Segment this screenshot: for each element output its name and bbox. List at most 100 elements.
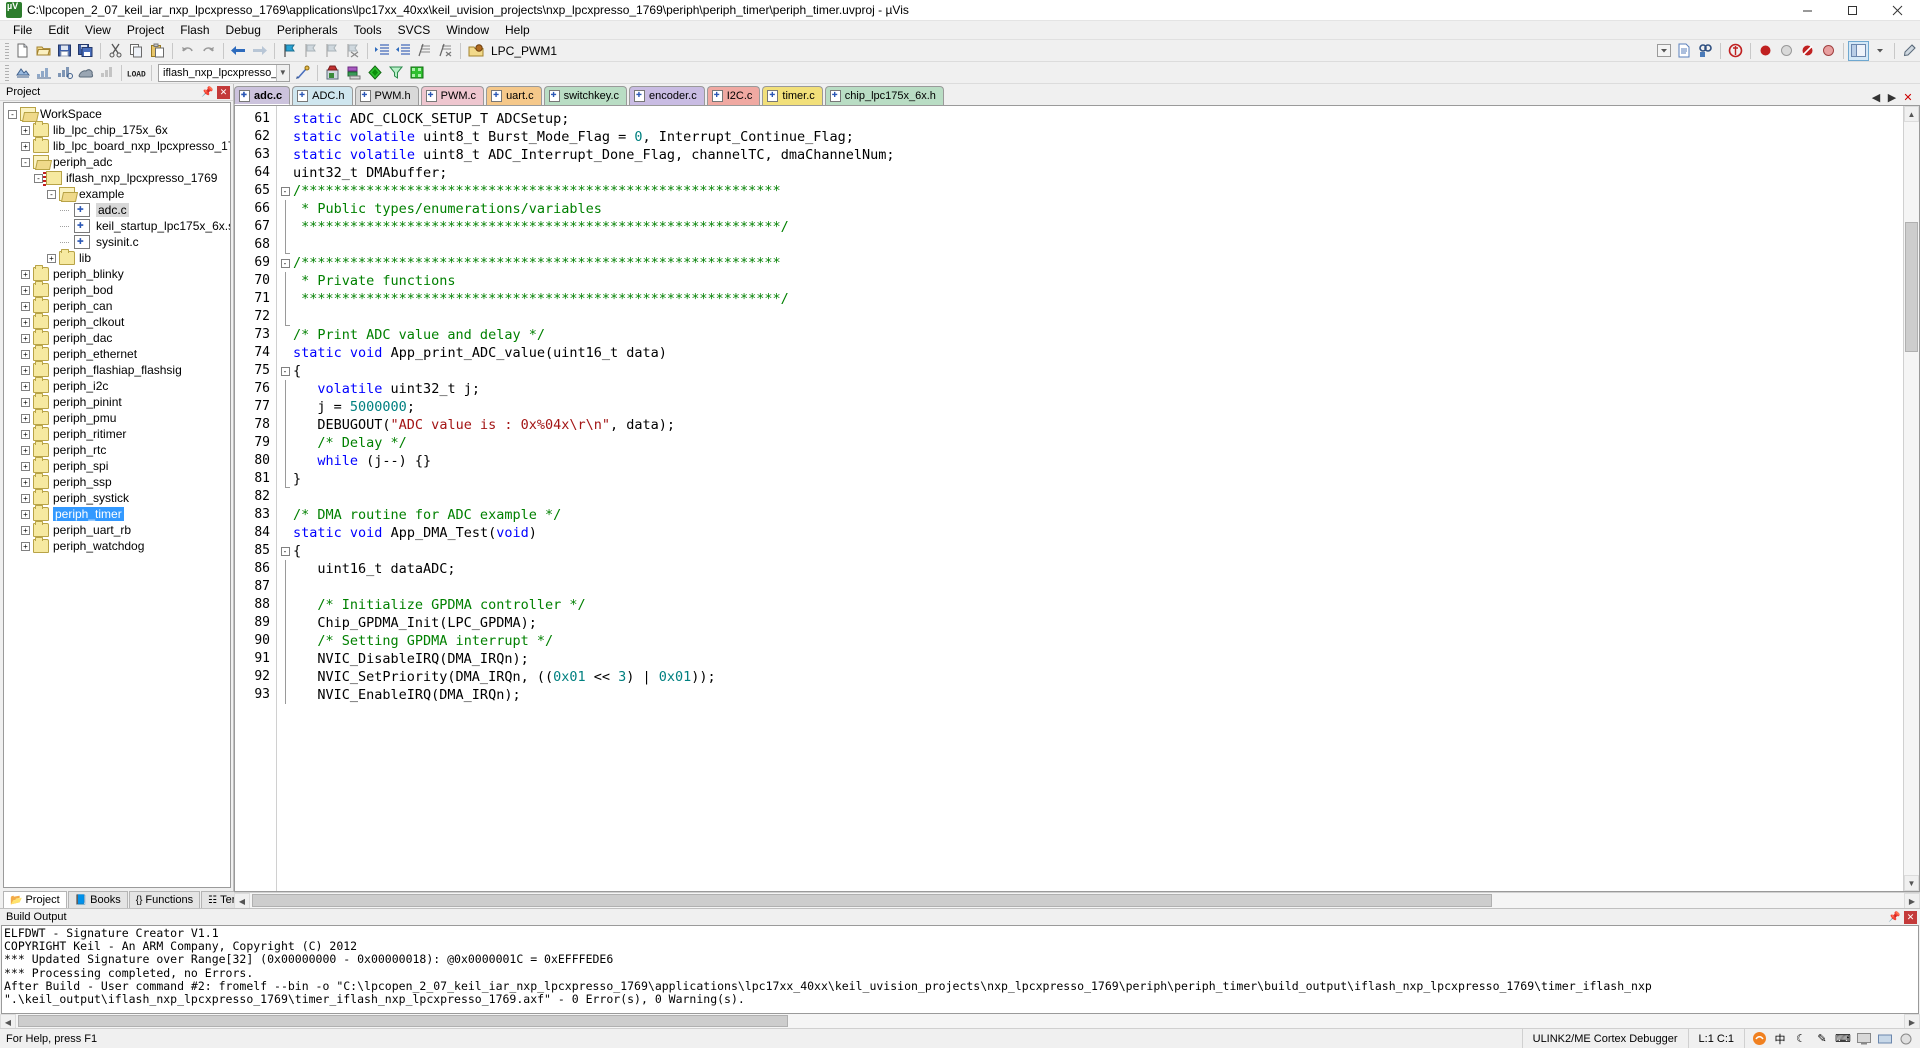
tree-expand-icon[interactable]: +	[21, 445, 30, 455]
code-line[interactable]: /* Delay */	[293, 434, 1903, 452]
tree-expand-icon[interactable]: +	[21, 285, 30, 295]
debug-start-icon[interactable]	[1725, 41, 1746, 61]
code-line[interactable]: * Public types/enumerations/variables	[293, 200, 1903, 218]
scroll-thumb[interactable]	[1905, 222, 1918, 352]
tree-expand-icon[interactable]: +	[21, 125, 30, 135]
manage-project-icon[interactable]	[292, 63, 313, 83]
code-line[interactable]	[293, 578, 1903, 596]
tree-expand-icon[interactable]: +	[21, 509, 30, 519]
hscroll-track[interactable]	[250, 893, 1904, 908]
tree-item[interactable]: + lib_lpc_chip_175x_6x	[4, 121, 230, 138]
translate-icon[interactable]	[12, 63, 33, 83]
code-line[interactable]	[293, 308, 1903, 326]
tray-icon-2[interactable]	[1877, 1031, 1893, 1047]
rebuild-icon[interactable]	[54, 63, 75, 83]
code-line[interactable]: /* Setting GPDMA interrupt */	[293, 632, 1903, 650]
document-tab[interactable]: I2C.c	[706, 86, 761, 105]
tree-item[interactable]: + periph_systick	[4, 489, 230, 506]
code-line[interactable]: volatile uint32_t j;	[293, 380, 1903, 398]
menu-peripherals[interactable]: Peripherals	[269, 21, 346, 39]
code-line[interactable]: * Private functions	[293, 272, 1903, 290]
breakpoint-disable-icon[interactable]	[1776, 41, 1797, 61]
combo-arrow-icon[interactable]	[1653, 41, 1674, 61]
code-line[interactable]: ****************************************…	[293, 290, 1903, 308]
download-icon[interactable]: LOAD	[126, 63, 147, 83]
code-line[interactable]: uint32_t DMAbuffer;	[293, 164, 1903, 182]
window-layout-icon[interactable]	[1848, 40, 1869, 61]
breakpoint-clear-icon[interactable]	[1797, 41, 1818, 61]
pin-icon[interactable]: 📌	[201, 86, 214, 99]
breakpoint-icon[interactable]	[1755, 41, 1776, 61]
tree-item[interactable]: + periph_bod	[4, 281, 230, 298]
cut-icon[interactable]	[105, 41, 126, 61]
tree-item[interactable]: + periph_ssp	[4, 473, 230, 490]
tree-expand-icon[interactable]: +	[21, 477, 30, 487]
build-icon[interactable]	[33, 63, 54, 83]
menu-flash[interactable]: Flash	[172, 21, 217, 39]
tree-item[interactable]: + periph_timer	[4, 505, 230, 522]
tree-expand-icon[interactable]: +	[21, 349, 30, 359]
tree-collapse-icon[interactable]: -	[8, 109, 17, 119]
tree-item[interactable]: + periph_ethernet	[4, 345, 230, 362]
tree-expand-icon[interactable]: +	[21, 525, 30, 535]
breakpoint-enable-icon[interactable]	[1818, 41, 1839, 61]
document-tab[interactable]: encoder.c	[629, 86, 705, 105]
bookmark-prev-icon[interactable]	[300, 41, 321, 61]
fold-collapse-icon[interactable]: -	[280, 186, 290, 196]
tree-item[interactable]: + periph_dac	[4, 329, 230, 346]
code-line[interactable]: {	[293, 362, 1903, 380]
document-tab[interactable]: adc.c	[234, 86, 291, 105]
tree-expand-icon[interactable]: +	[21, 413, 30, 423]
document-tab[interactable]: timer.c	[762, 86, 823, 105]
document-tab[interactable]: switchkey.c	[543, 86, 627, 105]
tree-item[interactable]: - periph_adc	[4, 154, 230, 170]
code-line[interactable]: NVIC_DisableIRQ(DMA_IRQn);	[293, 650, 1903, 668]
build-output-scrollbar[interactable]: ◀ ▶	[0, 1014, 1920, 1030]
save-all-icon[interactable]	[75, 41, 96, 61]
build-hscroll-thumb[interactable]	[18, 1015, 788, 1027]
minimize-button[interactable]	[1785, 0, 1830, 21]
find-in-files-icon[interactable]	[1695, 41, 1716, 61]
keyboard-icon[interactable]: ⌨	[1835, 1031, 1851, 1047]
undo-icon[interactable]	[177, 41, 198, 61]
scroll-down-button[interactable]: ▼	[1904, 875, 1919, 891]
hscroll-right-button[interactable]: ▶	[1904, 893, 1920, 909]
multi-project-icon[interactable]	[406, 63, 427, 83]
tab-books[interactable]: 📘 Books	[67, 891, 128, 908]
tab-close-icon[interactable]: ✕	[1900, 89, 1916, 105]
tree-expand-icon[interactable]: +	[21, 397, 30, 407]
tree-expand-icon[interactable]: +	[21, 301, 30, 311]
tree-item[interactable]: keil_startup_lpc175x_6x.s	[4, 218, 230, 234]
code-line[interactable]: static void App_DMA_Test(void)	[293, 524, 1903, 542]
menu-debug[interactable]: Debug	[218, 21, 269, 39]
code-line[interactable]: while (j--) {}	[293, 452, 1903, 470]
tab-functions[interactable]: {} Functions	[128, 891, 201, 908]
code-line[interactable]: }	[293, 470, 1903, 488]
tree-item[interactable]: + periph_can	[4, 297, 230, 314]
tree-expand-icon[interactable]: +	[21, 541, 30, 551]
tree-expand-icon[interactable]: +	[21, 429, 30, 439]
tree-item[interactable]: + lib_lpc_board_nxp_lpcxpresso_1769	[4, 137, 230, 154]
fold-collapse-icon[interactable]: -	[280, 366, 290, 376]
code-line[interactable]: static volatile uint8_t Burst_Mode_Flag …	[293, 128, 1903, 146]
configure-icon[interactable]	[1899, 41, 1920, 61]
tree-item[interactable]: - WorkSpace	[4, 106, 230, 122]
code-line[interactable]: /* DMA routine for ADC example */	[293, 506, 1903, 524]
tree-expand-icon[interactable]: +	[21, 365, 30, 375]
code-line[interactable]: /***************************************…	[293, 254, 1903, 272]
editor-vertical-scrollbar[interactable]: ▲ ▼	[1903, 106, 1919, 891]
fold-marker[interactable]: -	[277, 254, 293, 272]
code-line[interactable]: j = 5000000;	[293, 398, 1903, 416]
code-line[interactable]: NVIC_EnableIRQ(DMA_IRQn);	[293, 686, 1903, 704]
toolbar-grip[interactable]	[5, 42, 9, 59]
code-line[interactable]: /***************************************…	[293, 182, 1903, 200]
chevron-down-icon[interactable]: ▼	[275, 64, 289, 81]
fold-marker[interactable]: -	[277, 542, 293, 560]
tab-scroll-right-icon[interactable]: ▶	[1884, 89, 1900, 105]
redo-icon[interactable]	[198, 41, 219, 61]
tree-item[interactable]: + periph_clkout	[4, 313, 230, 330]
navigate-back-icon[interactable]	[228, 41, 249, 61]
bookmark-clear-icon[interactable]	[342, 41, 363, 61]
tree-item[interactable]: + periph_blinky	[4, 265, 230, 282]
menu-project[interactable]: Project	[119, 21, 172, 39]
